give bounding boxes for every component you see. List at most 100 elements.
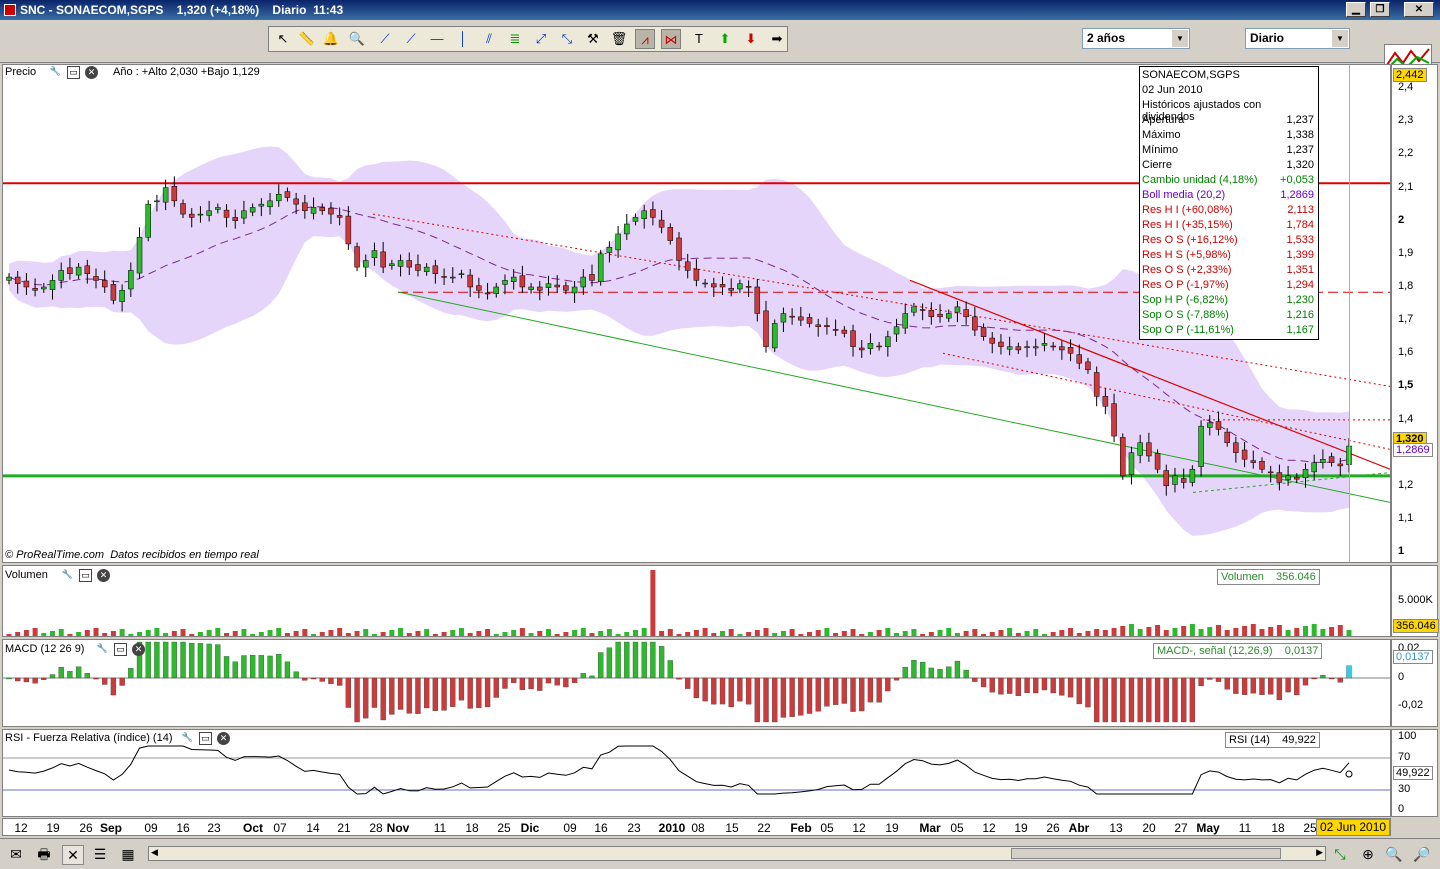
candle-body: [1189, 468, 1196, 483]
zoom-icon[interactable]: 🔍: [347, 29, 367, 49]
fibonacci-icon[interactable]: ≣: [505, 29, 525, 49]
auto-trend-icon[interactable]: ⩘: [635, 29, 655, 49]
candle-body: [58, 270, 64, 281]
volume-bar: [1007, 628, 1013, 636]
candle-body: [815, 324, 821, 328]
rsi-cursor-dot: [1345, 770, 1353, 778]
auto-support-icon[interactable]: ⋈: [661, 29, 681, 49]
candle-body: [32, 288, 38, 291]
candle-body: [537, 286, 543, 291]
volume-bar: [1163, 630, 1169, 636]
wrench-icon[interactable]: 🔧: [96, 643, 109, 656]
macd-bar: [1259, 677, 1265, 695]
arrow-up-icon[interactable]: ⬆: [715, 29, 735, 49]
alarm-icon[interactable]: 🔔: [321, 29, 341, 49]
macd-bar: [528, 677, 534, 690]
volume-bar: [650, 570, 656, 636]
arc-icon[interactable]: ⤡: [557, 29, 577, 49]
chart-scrollbar[interactable]: ◀ ▶: [148, 846, 1326, 861]
macd-bar: [919, 661, 926, 679]
scroll-thumb[interactable]: [1011, 848, 1281, 859]
volume-bar: [754, 630, 760, 636]
window-icon[interactable]: ▭: [199, 732, 212, 745]
candle-body: [188, 213, 195, 218]
quote-info-box: SONAECOM,SGPS 02 Jun 2010 Históricos aju…: [1139, 66, 1319, 340]
wrench-icon[interactable]: 🔧: [181, 732, 194, 745]
candle-body: [510, 276, 517, 282]
interval-select[interactable]: Diario ▼: [1245, 28, 1350, 49]
date-axis-label: 11: [1238, 821, 1252, 835]
macd-bar: [763, 677, 769, 723]
volume-bar: [41, 633, 47, 636]
restore-button[interactable]: ❐: [1370, 2, 1390, 17]
candle-body: [275, 193, 282, 202]
volume-bar: [276, 628, 282, 636]
trendline-icon[interactable]: ⟋: [375, 29, 395, 49]
arrow-down-icon[interactable]: ⬇: [741, 29, 761, 49]
fit-chart-icon[interactable]: ⤡: [1330, 845, 1350, 863]
candle-body: [597, 253, 604, 282]
candle-body: [1328, 456, 1335, 463]
close-window-button[interactable]: ✕: [1404, 2, 1434, 17]
wrench-icon[interactable]: 🔧: [49, 66, 62, 79]
volume-bar: [720, 631, 726, 636]
close-icon[interactable]: ✕: [132, 643, 145, 656]
list-icon[interactable]: ☰: [90, 845, 110, 863]
candle-body: [841, 329, 848, 334]
mail-icon[interactable]: ✉: [6, 845, 26, 863]
macd-bar: [1241, 677, 1248, 695]
trash-icon[interactable]: 🗑: [609, 29, 629, 49]
channel-icon[interactable]: ⫽: [479, 29, 499, 49]
candle-body: [1259, 461, 1265, 470]
date-axis-label: 07: [273, 821, 287, 835]
price-y-tick: 1,2: [1398, 478, 1414, 491]
macd-bar: [1207, 677, 1213, 680]
volume-bar: [824, 628, 830, 636]
window-icon[interactable]: ▭: [67, 66, 80, 79]
window-icon[interactable]: ▭: [114, 643, 127, 656]
macd-bar: [58, 667, 64, 679]
wrench-icon[interactable]: 🔧: [61, 569, 74, 582]
date-axis-label: 12: [982, 821, 996, 835]
candle-body: [711, 283, 717, 288]
candle-body: [476, 285, 482, 291]
info-row-label: Cierre: [1142, 159, 1172, 171]
close-icon[interactable]: ✕: [217, 732, 230, 745]
minimize-button[interactable]: ▁: [1346, 2, 1366, 17]
crosshair-icon[interactable]: ✕: [62, 845, 84, 865]
indicators-icon[interactable]: ▦: [118, 845, 138, 863]
volume-bar: [232, 631, 238, 636]
zoom-area-icon[interactable]: ⊕: [1358, 845, 1378, 863]
vertical-line-icon[interactable]: │: [453, 29, 473, 49]
arrow-right-icon[interactable]: ➡: [767, 29, 787, 49]
close-icon[interactable]: ✕: [85, 66, 98, 79]
volume-bar: [850, 629, 856, 636]
info-row-label: Sop O P (-11,61%): [1142, 324, 1234, 336]
info-date: 02 Jun 2010: [1142, 84, 1203, 96]
macd-bar: [276, 653, 282, 679]
ruler-icon[interactable]: 📏: [297, 29, 317, 49]
print-icon[interactable]: 🖶: [34, 845, 54, 863]
volume-bar: [1242, 626, 1248, 636]
pointer-icon[interactable]: ↖: [273, 29, 293, 49]
candle-body: [928, 309, 935, 318]
period-select[interactable]: 2 años ▼: [1082, 28, 1190, 49]
candle-body: [206, 210, 212, 216]
candle-body: [336, 215, 343, 218]
horizontal-line-icon[interactable]: —: [427, 29, 447, 49]
candle-body: [998, 341, 1004, 347]
fan-icon[interactable]: ⤢: [531, 29, 551, 49]
window-icon[interactable]: ▭: [79, 569, 92, 582]
tools-icon[interactable]: ⚒: [583, 29, 603, 49]
volume-bar: [815, 630, 821, 636]
volume-bar: [354, 631, 360, 636]
scroll-right-icon[interactable]: ▶: [1316, 847, 1323, 858]
text-icon[interactable]: T: [689, 29, 709, 49]
macd-bar: [1302, 677, 1309, 686]
zoom-out-icon[interactable]: 🔍: [1384, 845, 1404, 863]
ray-icon[interactable]: ⟋: [401, 29, 421, 49]
volume-bar: [345, 633, 351, 636]
close-icon[interactable]: ✕: [97, 569, 110, 582]
scroll-left-icon[interactable]: ◀: [151, 847, 158, 858]
zoom-in-icon[interactable]: 🔎: [1412, 845, 1432, 863]
